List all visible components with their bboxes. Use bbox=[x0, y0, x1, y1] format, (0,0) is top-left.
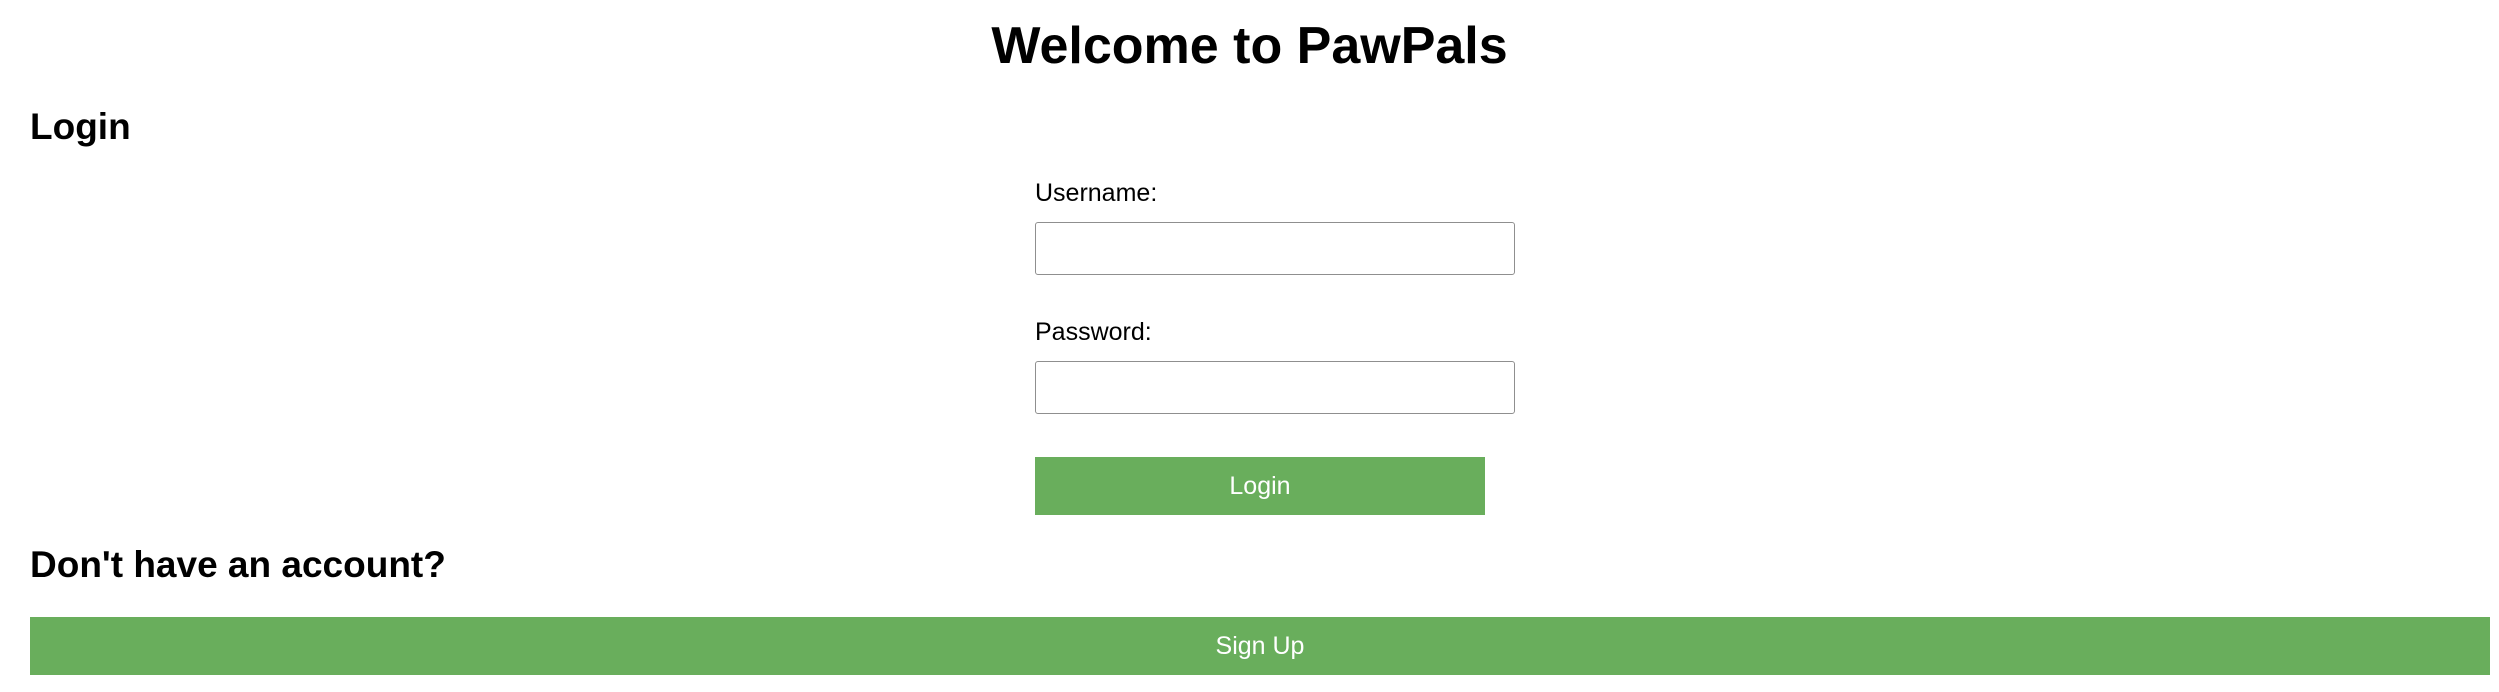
username-label: Username: bbox=[1035, 179, 1158, 207]
password-label: Password: bbox=[1035, 318, 1152, 346]
page-title: Welcome to PawPals bbox=[991, 17, 1508, 75]
login-button[interactable]: Login bbox=[1035, 457, 1485, 515]
login-heading: Login bbox=[30, 106, 131, 147]
page: Welcome to PawPals Login Username: Passw… bbox=[0, 0, 2499, 692]
signup-button[interactable]: Sign Up bbox=[30, 617, 2490, 675]
password-input[interactable] bbox=[1035, 361, 1515, 414]
signup-heading: Don't have an account? bbox=[30, 544, 446, 585]
username-input[interactable] bbox=[1035, 222, 1515, 275]
